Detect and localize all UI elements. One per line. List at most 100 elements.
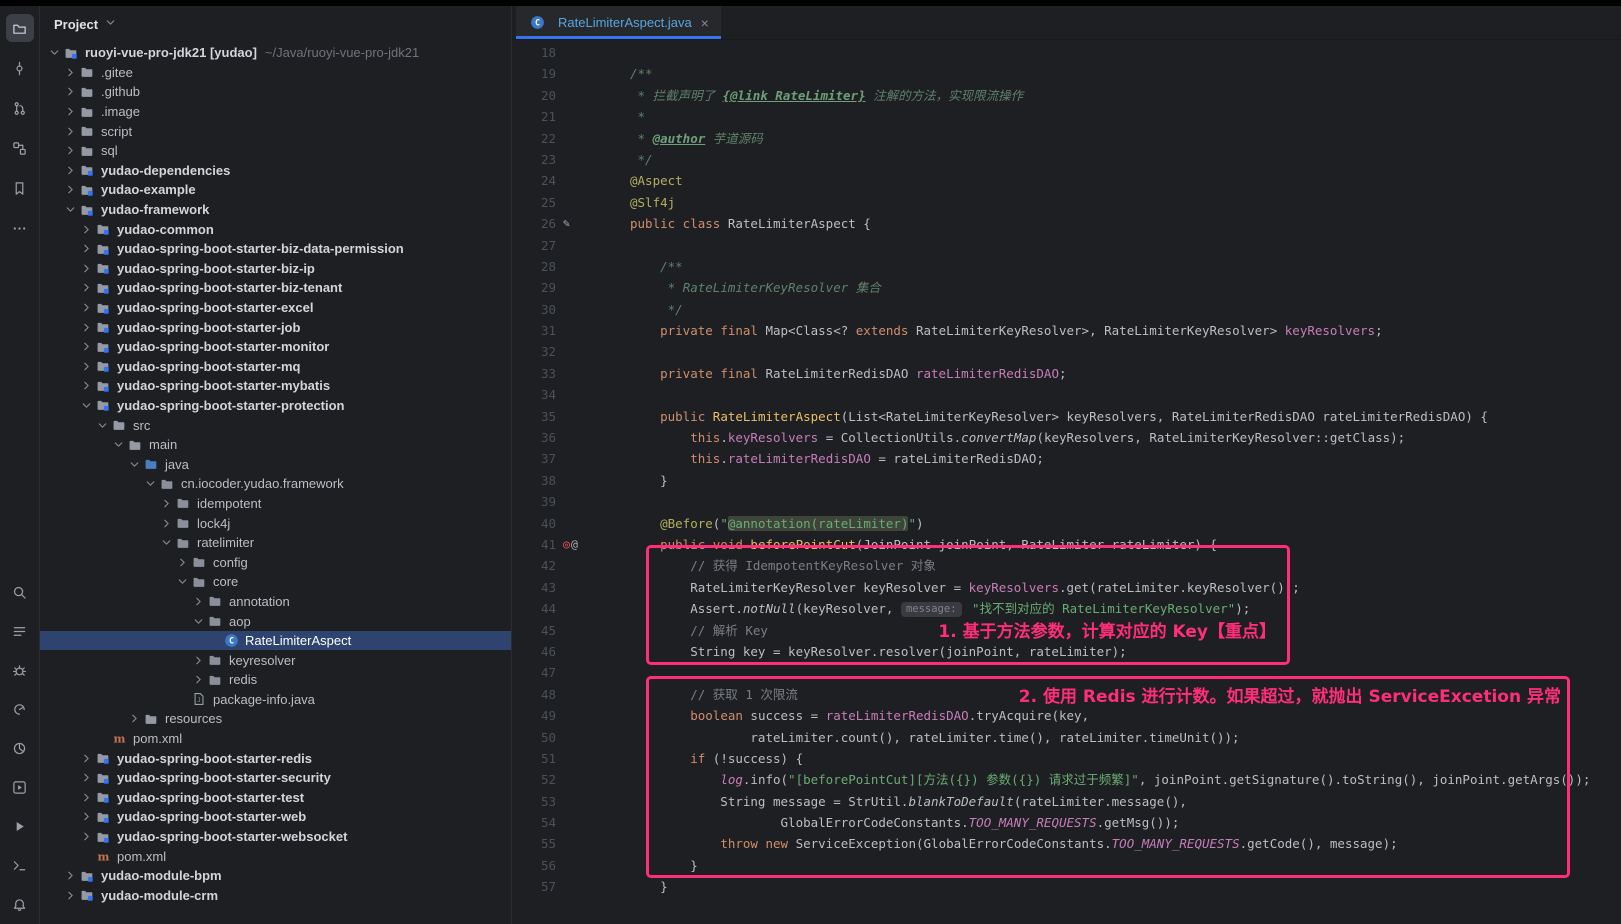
chevron-down-icon[interactable] <box>142 477 158 490</box>
line-number[interactable]: 30 <box>512 299 556 320</box>
chevron-right-icon[interactable] <box>78 379 94 392</box>
code-line-24[interactable]: 24@Aspect <box>512 170 1621 191</box>
line-number[interactable]: 46 <box>512 641 556 662</box>
chevron-right-icon[interactable] <box>62 889 78 902</box>
chevron-right-icon[interactable] <box>190 673 206 686</box>
todo-icon[interactable] <box>6 617 34 645</box>
tree-item-ratelimiter[interactable]: ratelimiter <box>40 533 511 553</box>
chevron-right-icon[interactable] <box>190 654 206 667</box>
code-line-36[interactable]: 36 this.keyResolvers = CollectionUtils.c… <box>512 427 1621 448</box>
code-line-21[interactable]: 21 * <box>512 106 1621 127</box>
tree-item-aop[interactable]: aop <box>40 611 511 631</box>
line-number[interactable]: 22 <box>512 128 556 149</box>
tree-item-ratelimiteraspect[interactable]: CRateLimiterAspect <box>40 631 511 651</box>
tree-item-resources[interactable]: resources <box>40 709 511 729</box>
line-number[interactable]: 40 <box>512 513 556 534</box>
code-line-38[interactable]: 38 } <box>512 470 1621 491</box>
tree-item-redis[interactable]: redis <box>40 670 511 690</box>
chevron-down-icon[interactable] <box>94 419 110 432</box>
chevron-right-icon[interactable] <box>78 281 94 294</box>
code-line-48[interactable]: 48 // 获取 1 次限流 <box>512 684 1621 705</box>
code-line-18[interactable]: 18 <box>512 42 1621 63</box>
code-line-53[interactable]: 53 String message = StrUtil.blankToDefau… <box>512 791 1621 812</box>
line-number[interactable]: 52 <box>512 769 556 790</box>
more-icon[interactable] <box>6 214 34 242</box>
chevron-right-icon[interactable] <box>62 125 78 138</box>
line-number[interactable]: 38 <box>512 470 556 491</box>
code-line-35[interactable]: 35 public RateLimiterAspect(List<RateLim… <box>512 406 1621 427</box>
chevron-right-icon[interactable] <box>190 595 206 608</box>
line-number[interactable]: 24 <box>512 170 556 191</box>
code-line-30[interactable]: 30 */ <box>512 299 1621 320</box>
code-line-46[interactable]: 46 String key = keyResolver.resolver(joi… <box>512 641 1621 662</box>
tree-item-idempotent[interactable]: idempotent <box>40 494 511 514</box>
tree-item-lock4j[interactable]: lock4j <box>40 513 511 533</box>
code-line-41[interactable]: 41◎@ public void beforePointCut(JoinPoin… <box>512 534 1621 555</box>
tree-item-core[interactable]: core <box>40 572 511 592</box>
pull-requests-icon[interactable] <box>6 94 34 122</box>
tree-item-script[interactable]: script <box>40 121 511 141</box>
tree-item-yudao-spring-boot-starter-mq[interactable]: yudao-spring-boot-starter-mq <box>40 357 511 377</box>
line-number[interactable]: 20 <box>512 85 556 106</box>
code-line-57[interactable]: 57 } <box>512 876 1621 897</box>
code-line-27[interactable]: 27 <box>512 235 1621 256</box>
code-line-51[interactable]: 51 if (!success) { <box>512 748 1621 769</box>
tree-item-yudao-spring-boot-starter-web[interactable]: yudao-spring-boot-starter-web <box>40 807 511 827</box>
tree-item-github[interactable]: .github <box>40 82 511 102</box>
chevron-right-icon[interactable] <box>62 144 78 157</box>
code-line-44[interactable]: 44 Assert.notNull(keyResolver, message: … <box>512 598 1621 619</box>
line-number[interactable]: 28 <box>512 256 556 277</box>
chevron-down-icon[interactable] <box>46 46 62 59</box>
chevron-down-icon[interactable] <box>126 458 142 471</box>
tree-item-yudao-example[interactable]: yudao-example <box>40 180 511 200</box>
chevron-right-icon[interactable] <box>78 360 94 373</box>
chevron-right-icon[interactable] <box>126 712 142 725</box>
tree-item-pom-xml[interactable]: mpom.xml <box>40 729 511 749</box>
line-number[interactable]: 54 <box>512 812 556 833</box>
chevron-right-icon[interactable] <box>62 85 78 98</box>
line-number[interactable]: 53 <box>512 791 556 812</box>
tree-item-ruoyi-vue-pro-jdk21-yudao[interactable]: ruoyi-vue-pro-jdk21 [yudao]~/Java/ruoyi-… <box>40 43 511 63</box>
tree-item-keyresolver[interactable]: keyresolver <box>40 650 511 670</box>
tree-item-java[interactable]: java <box>40 454 511 474</box>
chevron-down-icon[interactable] <box>78 399 94 412</box>
project-icon[interactable] <box>6 14 34 42</box>
tab-ratelimiteraspect-java[interactable]: C RateLimiterAspect.java × <box>516 6 721 39</box>
tree-item-yudao-spring-boot-starter-monitor[interactable]: yudao-spring-boot-starter-monitor <box>40 337 511 357</box>
code-line-52[interactable]: 52 log.info("[beforePointCut][方法({}) 参数(… <box>512 769 1621 790</box>
tree-item-yudao-spring-boot-starter-mybatis[interactable]: yudao-spring-boot-starter-mybatis <box>40 376 511 396</box>
notifications-icon[interactable] <box>6 890 34 918</box>
tree-item-src[interactable]: src <box>40 415 511 435</box>
tree-item-yudao-spring-boot-starter-websocket[interactable]: yudao-spring-boot-starter-websocket <box>40 827 511 847</box>
services-icon[interactable] <box>6 773 34 801</box>
code-editor[interactable]: 1. 基于方法参数，计算对应的 Key【重点】 2. 使用 Redis 进行计数… <box>512 40 1621 924</box>
chevron-down-icon[interactable] <box>158 536 174 549</box>
chevron-down-icon[interactable] <box>110 438 126 451</box>
tree-item-yudao-spring-boot-starter-security[interactable]: yudao-spring-boot-starter-security <box>40 768 511 788</box>
tree-item-yudao-module-crm[interactable]: yudao-module-crm <box>40 886 511 906</box>
code-line-37[interactable]: 37 this.rateLimiterRedisDAO = rateLimite… <box>512 448 1621 469</box>
tree-item-main[interactable]: main <box>40 435 511 455</box>
code-line-50[interactable]: 50 rateLimiter.count(), rateLimiter.time… <box>512 727 1621 748</box>
line-number[interactable]: 57 <box>512 876 556 897</box>
debug-icon[interactable] <box>6 656 34 684</box>
code-line-22[interactable]: 22 * @author 芋道源码 <box>512 128 1621 149</box>
code-line-47[interactable]: 47 <box>512 662 1621 683</box>
line-number[interactable]: 51 <box>512 748 556 769</box>
line-number[interactable]: 50 <box>512 727 556 748</box>
code-line-55[interactable]: 55 throw new ServiceException(GlobalErro… <box>512 833 1621 854</box>
chevron-down-icon[interactable] <box>62 203 78 216</box>
chevron-right-icon[interactable] <box>78 262 94 275</box>
line-number[interactable]: 29 <box>512 277 556 298</box>
commit-icon[interactable] <box>6 54 34 82</box>
tree-item-yudao-spring-boot-starter-biz-data-permission[interactable]: yudao-spring-boot-starter-biz-data-permi… <box>40 239 511 259</box>
chevron-right-icon[interactable] <box>62 869 78 882</box>
line-number[interactable]: 26 <box>512 213 556 234</box>
line-number[interactable]: 39 <box>512 491 556 512</box>
tree-item-cn-iocoder-yudao-framework[interactable]: cn.iocoder.yudao.framework <box>40 474 511 494</box>
tree-item-yudao-spring-boot-starter-biz-ip[interactable]: yudao-spring-boot-starter-biz-ip <box>40 259 511 279</box>
chevron-right-icon[interactable] <box>78 301 94 314</box>
terminal-icon[interactable] <box>6 851 34 879</box>
chevron-right-icon[interactable] <box>158 497 174 510</box>
search-icon[interactable] <box>6 578 34 606</box>
